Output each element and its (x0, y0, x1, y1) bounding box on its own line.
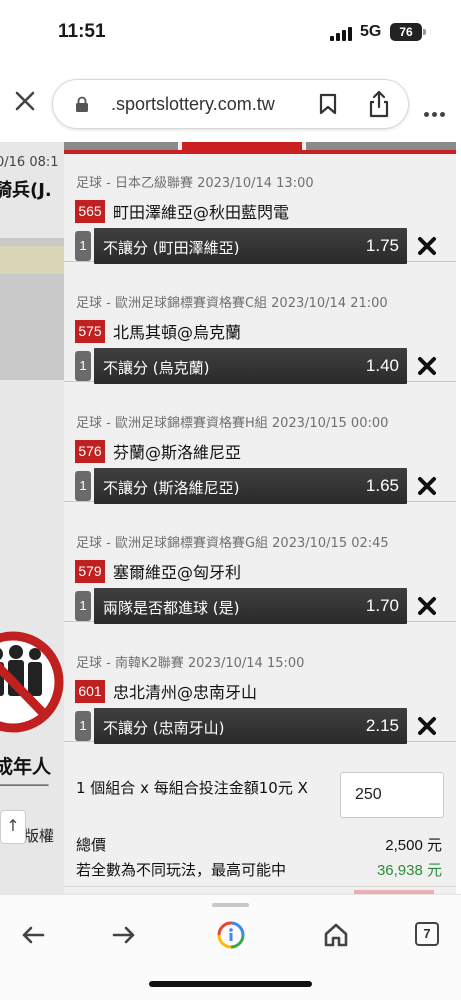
close-icon[interactable] (14, 90, 36, 112)
bet-match: 北馬其頓@烏克蘭 (113, 323, 242, 342)
bet-item: 足球 - 歐洲足球錦標賽資格賽H組 2023/10/15 00:00 576 芬… (64, 382, 456, 504)
bet-code: 576 (75, 440, 105, 463)
share-icon[interactable] (368, 90, 390, 118)
total-label: 總價 (76, 836, 107, 854)
bet-selection[interactable]: 不讓分 (忠南牙山) 2.15 (94, 708, 407, 744)
remove-bet-icon[interactable] (416, 715, 438, 737)
signal-icon (330, 27, 354, 41)
bet-selection[interactable]: 不讓分 (烏克蘭) 1.40 (94, 348, 407, 384)
bet-option: 不讓分 (町田澤維亞) (103, 239, 240, 257)
bg-copyright: 版權 (24, 827, 55, 845)
browser-toolbar: .sportslottery.com.tw (0, 66, 461, 142)
url-text[interactable]: .sportslottery.com.tw (111, 94, 275, 115)
network-type: 5G (360, 23, 382, 40)
bet-match: 塞爾維亞@匈牙利 (113, 563, 242, 582)
bet-code: 565 (75, 200, 105, 223)
bet-count: 1 (75, 231, 91, 261)
bet-option: 不讓分 (忠南牙山) (103, 719, 225, 737)
bet-item: 足球 - 日本乙級聯賽 2023/10/14 13:00 565 町田澤維亞@秋… (64, 142, 456, 264)
bet-item: 足球 - 歐洲足球錦標賽資格賽C組 2023/10/14 21:00 575 北… (64, 262, 456, 384)
bet-odds: 2.15 (365, 716, 399, 735)
home-icon[interactable] (322, 921, 350, 949)
bet-selection[interactable]: 不讓分 (町田澤維亞) 1.75 (94, 228, 407, 264)
bg-caption: 成年人 (0, 756, 52, 778)
bet-odds: 1.40 (365, 356, 399, 375)
bet-selection[interactable]: 不讓分 (斯洛維尼亞) 1.65 (94, 468, 407, 504)
tabs-button[interactable]: 7 (415, 922, 439, 946)
bet-league: 足球 - 南韓K2聯賽 2023/10/14 15:00 (76, 656, 305, 671)
bet-count: 1 (75, 591, 91, 621)
bet-odds: 1.65 (365, 476, 399, 495)
bet-count: 1 (75, 711, 91, 741)
bookmark-icon[interactable] (319, 93, 337, 115)
bet-code: 579 (75, 560, 105, 583)
combo-text: 1 個組合 x 每組合投注金額10元 X (76, 779, 308, 797)
bet-code: 601 (75, 680, 105, 703)
status-bar: 11:51 5G 76 (0, 0, 461, 66)
address-bar[interactable]: .sportslottery.com.tw (52, 79, 409, 129)
bet-match: 芬蘭@斯洛維尼亞 (113, 443, 242, 462)
browser-bottom-nav: 7 (0, 894, 461, 1000)
bet-slip-panel: 足球 - 日本乙級聯賽 2023/10/14 13:00 565 町田澤維亞@秋… (64, 142, 456, 894)
remove-bet-icon[interactable] (416, 475, 438, 497)
max-win-label: 若全數為不同玩法，最高可能中 (76, 861, 287, 879)
battery-icon: 76 (390, 23, 422, 41)
remove-bet-icon[interactable] (416, 235, 438, 257)
battery-tip (423, 29, 426, 35)
bet-item: 足球 - 南韓K2聯賽 2023/10/14 15:00 601 忠北清州@忠南… (64, 622, 456, 744)
bet-match: 町田澤維亞@秋田藍閃電 (113, 203, 290, 222)
bet-option: 不讓分 (烏克蘭) (103, 359, 210, 377)
bet-count: 1 (75, 471, 91, 501)
bet-amount-input[interactable] (340, 772, 444, 818)
bet-option: 兩隊是否都進球 (是) (103, 599, 240, 617)
more-icon[interactable] (424, 102, 448, 121)
bg-olive-stripe (0, 246, 64, 274)
bet-selection[interactable]: 兩隊是否都進球 (是) 1.70 (94, 588, 407, 624)
bet-count: 1 (75, 351, 91, 381)
bet-league: 足球 - 歐洲足球錦標賽資格賽G組 2023/10/15 02:45 (76, 536, 389, 551)
status-time: 11:51 (58, 21, 106, 42)
bet-odds: 1.75 (365, 236, 399, 255)
no-minors-sign-icon (0, 631, 64, 733)
max-win-value: 36,938 元 (376, 862, 442, 879)
panel-divider (64, 886, 456, 887)
bg-fine-print: ▁▁▁▁▁▁▁▁▁ (0, 778, 49, 786)
remove-bet-icon[interactable] (416, 595, 438, 617)
remove-bet-icon[interactable] (416, 355, 438, 377)
google-lens-icon[interactable] (216, 920, 246, 950)
bet-match: 忠北清州@忠南牙山 (113, 683, 258, 702)
bet-item: 足球 - 歐洲足球錦標賽資格賽G組 2023/10/15 02:45 579 塞… (64, 502, 456, 624)
background-page: 0/16 08:1 騎兵(J. 成年人 ▁▁▁▁▁▁▁▁▁ 版權 ↑ (0, 142, 64, 894)
total-value: 2,500 元 (385, 837, 442, 854)
bet-league: 足球 - 日本乙級聯賽 2023/10/14 13:00 (76, 176, 314, 191)
nav-handle[interactable] (212, 903, 249, 907)
bg-date-text: 0/16 08:1 (0, 155, 59, 170)
forward-arrow-icon[interactable] (110, 921, 138, 949)
lock-icon (76, 96, 88, 112)
back-to-top-button[interactable]: ↑ (0, 810, 26, 844)
bet-league: 足球 - 歐洲足球錦標賽資格賽C組 2023/10/14 21:00 (76, 296, 388, 311)
back-arrow-icon[interactable] (19, 921, 47, 949)
bet-odds: 1.70 (365, 596, 399, 615)
home-indicator (149, 981, 312, 987)
bet-option: 不讓分 (斯洛維尼亞) (103, 479, 240, 497)
bg-team-text: 騎兵(J. (0, 180, 52, 201)
bet-code: 575 (75, 320, 105, 343)
bet-league: 足球 - 歐洲足球錦標賽資格賽H組 2023/10/15 00:00 (76, 416, 389, 431)
